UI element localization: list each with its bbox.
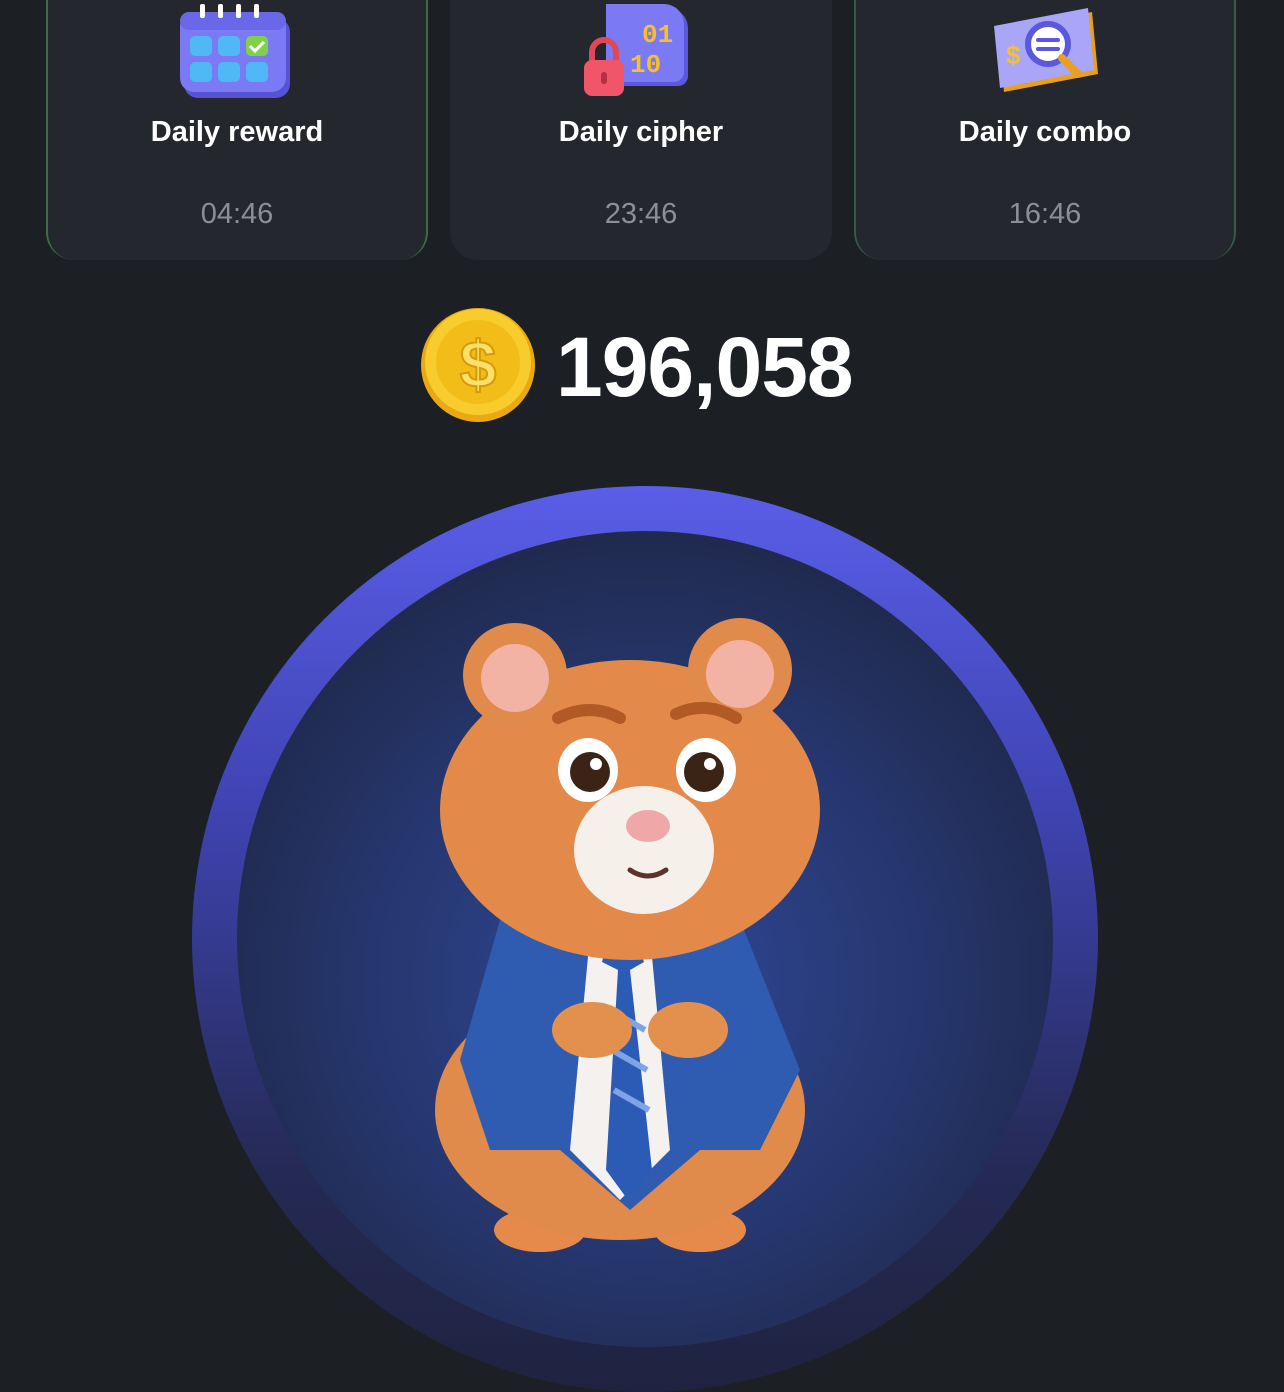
daily-reward-card[interactable]: Daily reward 04:46 bbox=[46, 0, 428, 260]
card-title: Daily cipher bbox=[558, 116, 724, 148]
cipher-lock-icon: 01 10 bbox=[584, 4, 688, 96]
daily-cards: Daily reward 04:46 01 10 Daily cipher 23… bbox=[0, 0, 1284, 262]
balance-value: 196,058 bbox=[556, 320, 854, 414]
coin-icon: $ bbox=[421, 308, 535, 422]
hamster-character[interactable] bbox=[400, 590, 880, 1284]
card-title: Daily reward bbox=[150, 116, 324, 148]
svg-text:10: 10 bbox=[630, 50, 661, 80]
daily-cipher-card[interactable]: 01 10 Daily cipher 23:46 bbox=[450, 0, 832, 260]
card-timer: 23:46 bbox=[604, 198, 678, 230]
svg-text:$: $ bbox=[1006, 40, 1021, 70]
daily-combo-card[interactable]: $ Daily combo 16:46 bbox=[854, 0, 1236, 260]
card-timer: 16:46 bbox=[1008, 198, 1082, 230]
calendar-icon bbox=[180, 4, 290, 98]
card-title: Daily combo bbox=[958, 116, 1132, 148]
card-timer: 04:46 bbox=[200, 198, 274, 230]
svg-text:$: $ bbox=[460, 327, 497, 401]
combo-search-icon: $ bbox=[994, 8, 1098, 92]
svg-text:01: 01 bbox=[642, 20, 673, 50]
